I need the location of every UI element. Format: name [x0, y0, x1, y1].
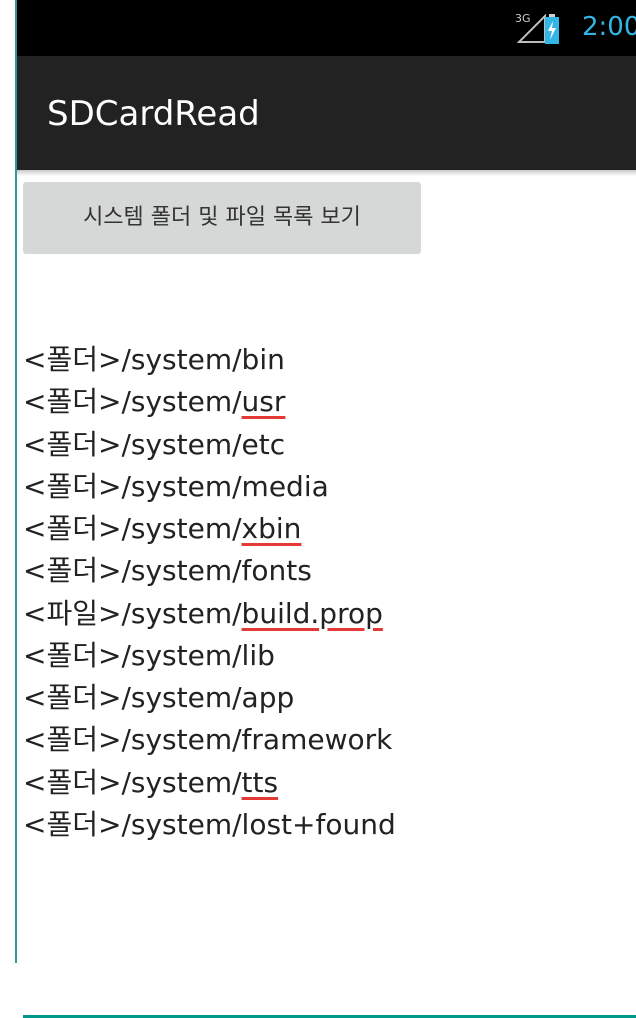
entry-prefix: <폴더>/system/	[23, 554, 242, 588]
entry-prefix: <폴더>/system/	[23, 385, 242, 419]
status-bar: 3G 2:00	[17, 0, 636, 56]
file-list-text[interactable]: <폴더>/system/bin <폴더>/system/usr <폴더>/sys…	[23, 339, 636, 1018]
entry-prefix: <폴더>/system/	[23, 638, 242, 672]
entry-prefix: <폴더>/system/	[23, 765, 242, 799]
signal-icon: 3G	[515, 12, 547, 44]
entry-name: tts	[241, 765, 279, 799]
list-item: <폴더>/system/lib	[23, 635, 636, 677]
network-type-label: 3G	[515, 12, 531, 25]
battery-icon	[545, 14, 559, 44]
entry-prefix: <폴더>/system/	[23, 427, 242, 461]
entry-name: fonts	[241, 554, 312, 588]
list-item: <폴더>/system/tts	[23, 762, 636, 804]
entry-name: bin	[241, 343, 285, 376]
action-bar: SDCardRead	[17, 56, 636, 170]
entry-prefix: <폴더>/system/	[23, 681, 242, 714]
list-item: <폴더>/system/fonts	[23, 550, 636, 592]
entry-name: xbin	[241, 512, 302, 545]
list-item: <폴더>/system/bin	[23, 339, 636, 381]
entry-name: lib	[241, 638, 275, 672]
list-item: <폴더>/system/framework	[23, 719, 636, 761]
entry-name: build.prop	[241, 596, 383, 630]
entry-prefix: <폴더>/system/	[23, 343, 242, 376]
list-item: <폴더>/system/etc	[23, 424, 636, 466]
entry-name: etc	[241, 427, 286, 461]
entry-name: lost+found	[241, 807, 396, 841]
entry-name: usr	[241, 385, 286, 419]
entry-prefix: <폴더>/system/	[23, 723, 242, 757]
list-item: <폴더>/system/usr	[23, 381, 636, 423]
list-item: <폴더>/system/media	[23, 466, 636, 508]
entry-prefix: <폴더>/system/	[23, 807, 242, 841]
list-item: <폴더>/system/app	[23, 677, 636, 719]
list-item: <파일>/system/build.prop	[23, 593, 636, 635]
status-time: 2:00	[582, 12, 636, 42]
entry-prefix: <폴더>/system/	[23, 469, 242, 503]
entry-name: media	[241, 469, 329, 503]
list-item: <폴더>/system/xbin	[23, 508, 636, 550]
entry-name: framework	[241, 723, 393, 757]
main-content: 시스템 폴더 및 파일 목록 보기 <폴더>/system/bin <폴더>/s…	[17, 176, 636, 1018]
entry-prefix: <파일>/system/	[23, 596, 242, 630]
entry-name: app	[241, 681, 295, 714]
list-item: <폴더>/system/lost+found	[23, 804, 636, 846]
show-system-files-button[interactable]: 시스템 폴더 및 파일 목록 보기	[23, 182, 421, 254]
app-title: SDCardRead	[47, 94, 260, 134]
entry-prefix: <폴더>/system/	[23, 512, 242, 545]
